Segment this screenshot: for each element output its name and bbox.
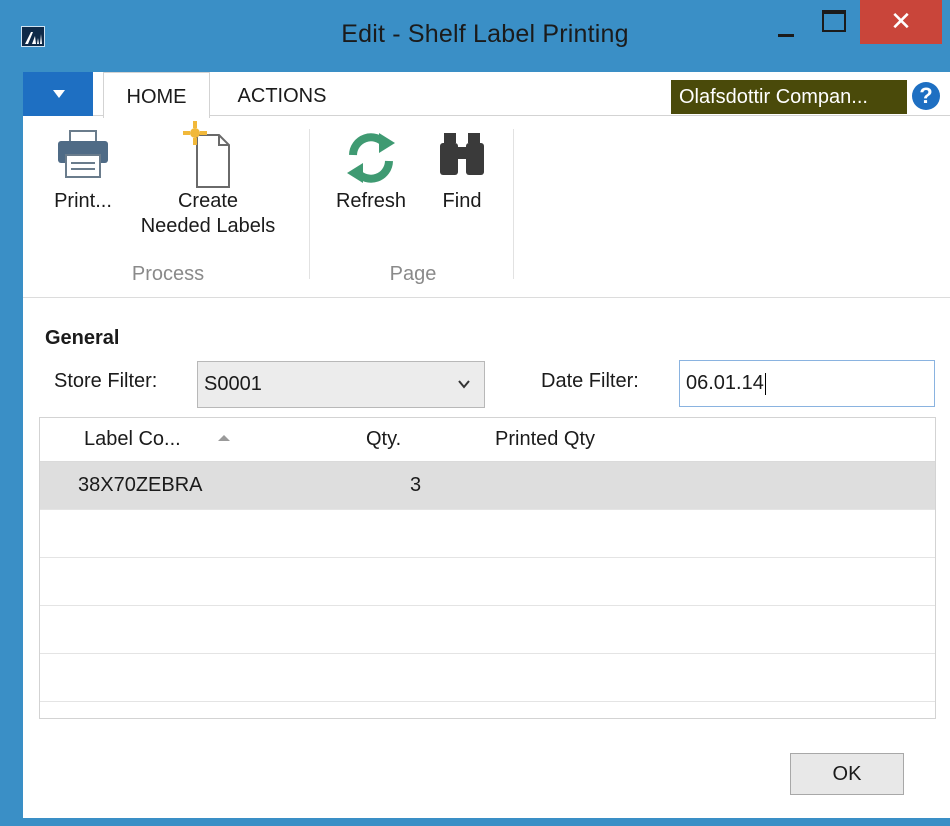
- group-separator: [513, 129, 514, 279]
- maximize-button[interactable]: [812, 4, 860, 44]
- table-row[interactable]: 38X70ZEBRA 3: [40, 462, 935, 510]
- create-label-line2: Needed Labels: [140, 215, 276, 237]
- general-section-title: General: [45, 327, 120, 349]
- minimize-button[interactable]: [760, 4, 808, 44]
- table-row[interactable]: [40, 558, 935, 606]
- find-button[interactable]: Find: [427, 117, 497, 214]
- column-header-qty[interactable]: Qty.: [366, 428, 401, 451]
- date-filter-value: 06.01.14: [686, 372, 764, 394]
- dialog-content: HOME ACTIONS Olafsdottir Compan... ? Pri…: [23, 72, 950, 818]
- table-row[interactable]: [40, 606, 935, 654]
- printer-icon: [58, 130, 108, 178]
- date-filter-label: Date Filter:: [541, 370, 639, 392]
- create-needed-labels-button[interactable]: Create Needed Labels: [123, 117, 293, 239]
- column-header-label-code[interactable]: Label Co...: [84, 428, 181, 451]
- help-icon[interactable]: ?: [912, 82, 940, 110]
- find-label: Find: [442, 190, 482, 212]
- refresh-icon: [347, 133, 395, 183]
- tab-home[interactable]: HOME: [103, 72, 210, 118]
- label-grid[interactable]: Label Co... Qty. Printed Qty 38X70ZEBRA …: [39, 417, 936, 719]
- table-row[interactable]: [40, 510, 935, 558]
- ribbon: Print... Create Needed Labels Refresh Fi…: [23, 117, 950, 298]
- sort-ascending-icon: [218, 435, 230, 441]
- text-caret: [764, 372, 766, 395]
- app-menu-button[interactable]: [23, 72, 93, 116]
- refresh-label: Refresh: [335, 190, 407, 212]
- store-filter-value: S0001: [204, 373, 262, 395]
- tab-actions[interactable]: ACTIONS: [227, 72, 337, 117]
- cell-label-code: 38X70ZEBRA: [78, 474, 203, 496]
- cell-qty: 3: [410, 474, 422, 496]
- title-bar[interactable]: Edit - Shelf Label Printing ✕: [0, 0, 950, 72]
- ribbon-tab-row: HOME ACTIONS Olafsdottir Compan... ?: [23, 72, 950, 118]
- new-document-icon: [183, 121, 230, 188]
- table-row[interactable]: [40, 654, 935, 702]
- group-label-page: Page: [389, 263, 437, 285]
- print-label: Print...: [54, 190, 112, 212]
- chevron-down-icon: [458, 380, 470, 389]
- date-filter-input[interactable]: 06.01.14: [679, 360, 935, 407]
- grid-header: Label Co... Qty. Printed Qty: [40, 418, 935, 462]
- window: Edit - Shelf Label Printing ✕ HOME ACTIO…: [0, 0, 950, 826]
- refresh-button[interactable]: Refresh: [323, 117, 419, 214]
- company-badge[interactable]: Olafsdottir Compan...: [671, 80, 907, 114]
- print-button[interactable]: Print...: [41, 117, 125, 214]
- close-button[interactable]: ✕: [860, 0, 942, 44]
- store-filter-label: Store Filter:: [54, 370, 158, 392]
- column-header-printed-qty[interactable]: Printed Qty: [495, 428, 595, 451]
- create-label-line1: Create: [177, 190, 239, 212]
- group-label-process: Process: [131, 263, 205, 285]
- store-filter-select[interactable]: S0001: [197, 361, 485, 408]
- ok-button[interactable]: OK: [790, 753, 904, 795]
- group-separator: [309, 129, 310, 279]
- binoculars-icon: [440, 133, 484, 175]
